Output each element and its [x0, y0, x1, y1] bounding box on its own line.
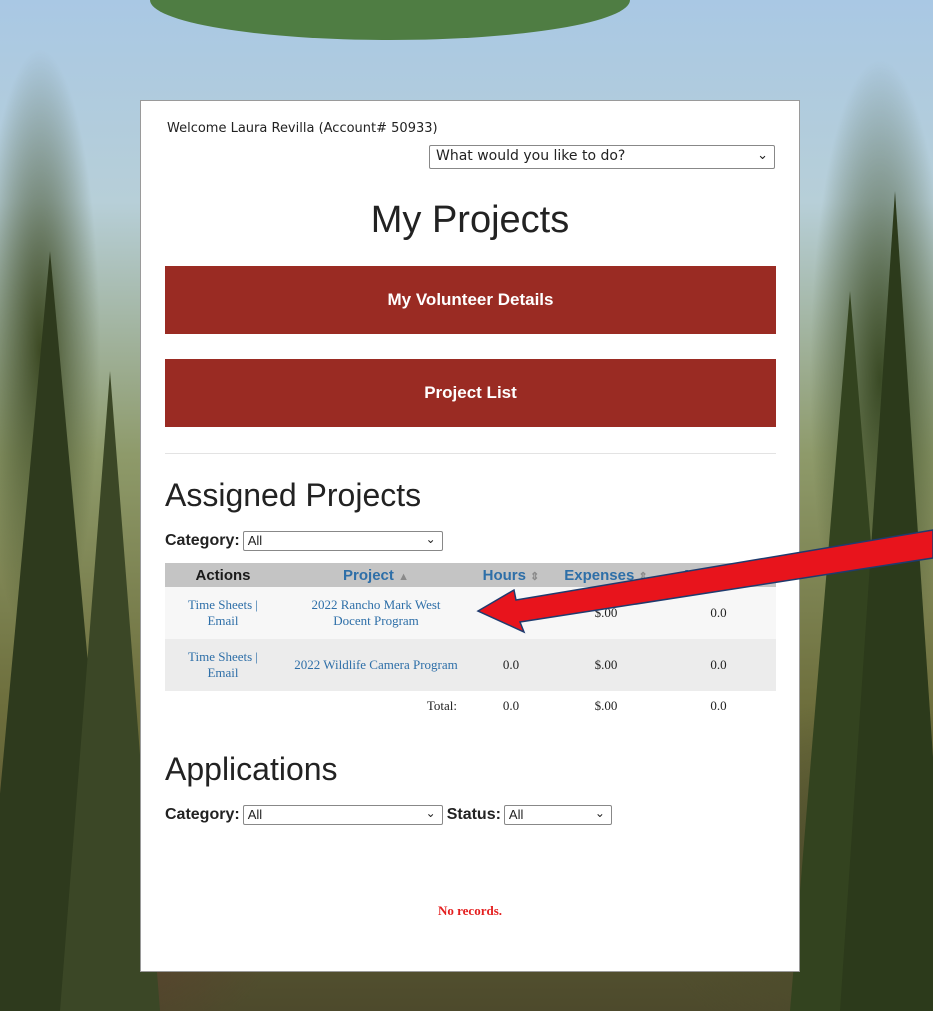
annotation-arrow-icon	[476, 529, 933, 634]
